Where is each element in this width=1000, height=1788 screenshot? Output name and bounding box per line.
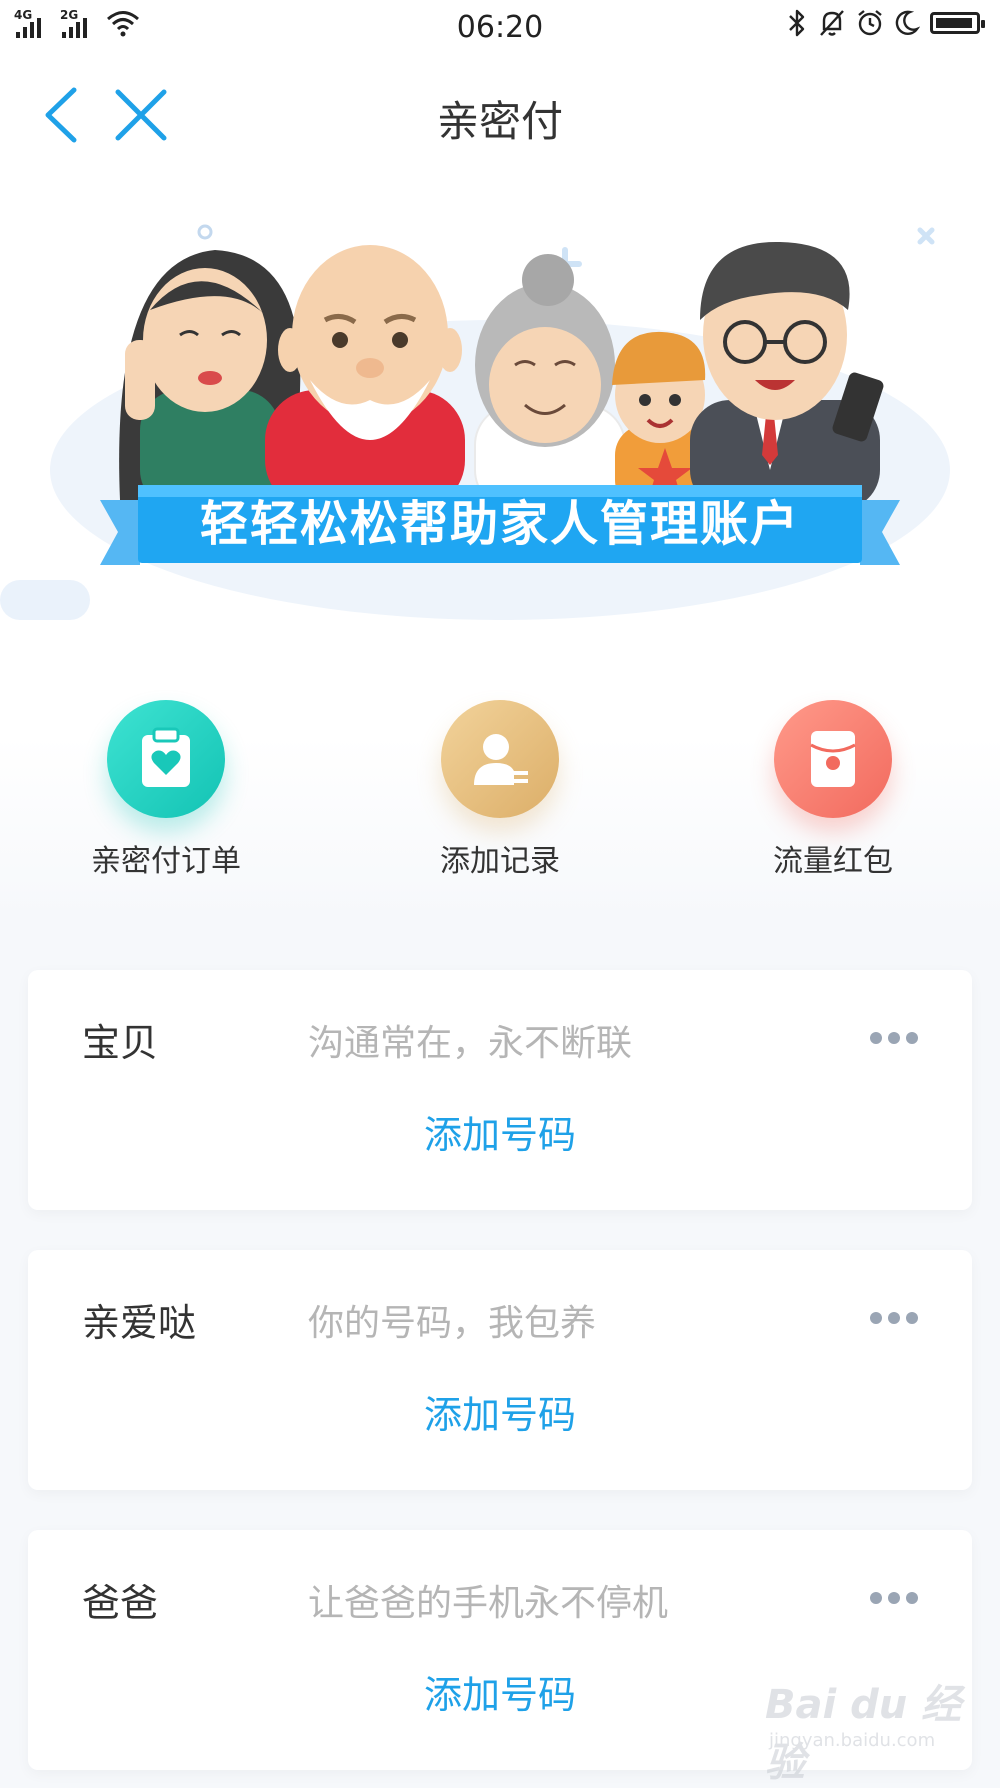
contact-slogan: 你的号码，我包养: [308, 1303, 597, 1344]
contact-slogan: 沟通常在，永不断联: [308, 1023, 633, 1064]
banner-ribbon: 轻轻松松帮助家人管理账户: [100, 485, 900, 565]
watermark-sub: jingyan.baidu.com: [769, 1730, 936, 1751]
family-banner: 轻轻松松帮助家人管理账户: [0, 200, 1000, 670]
contact-card: 宝贝 沟通常在，永不断联 添加号码: [28, 970, 972, 1210]
add-number-button[interactable]: 添加号码: [28, 1384, 972, 1439]
action-orders[interactable]: 亲密付订单: [46, 700, 286, 880]
battery-icon: [930, 12, 985, 34]
more-options-icon[interactable]: [866, 1588, 922, 1608]
grandma-figure: [474, 254, 626, 511]
red-envelope-icon: [774, 700, 892, 818]
order-heart-icon: [107, 700, 225, 818]
contact-name: 宝贝: [82, 1021, 159, 1065]
contact-card: 亲爱哒 你的号码，我包养 添加号码: [28, 1250, 972, 1490]
page-title: 亲密付: [436, 97, 563, 146]
action-data-envelope[interactable]: 流量红包: [713, 700, 953, 880]
contact-name: 亲爱哒: [82, 1301, 197, 1345]
quick-actions: 亲密付订单 添加记录 流量红包: [0, 700, 1000, 900]
more-options-icon[interactable]: [866, 1028, 922, 1048]
add-number-button[interactable]: 添加号码: [28, 1104, 972, 1159]
action-records-label: 添加记录: [440, 844, 560, 879]
status-right: [786, 8, 985, 38]
status-bar: 4G 2G 06:20: [0, 0, 1000, 54]
nav-bar: 亲密付: [0, 60, 1000, 170]
bluetooth-icon: [789, 9, 805, 37]
baidu-watermark: Bai du 经验 jingyan.baidu.com: [765, 1672, 965, 1786]
contact-slogan: 让爸爸的手机永不停机: [308, 1583, 669, 1624]
banner-text: 轻轻松松帮助家人管理账户: [200, 496, 800, 552]
moon-icon: [895, 10, 920, 35]
action-orders-label: 亲密付订单: [91, 844, 241, 879]
man-figure: [690, 241, 884, 510]
alarm-icon: [858, 10, 882, 36]
bell-mute-icon: [820, 10, 844, 36]
user-record-icon: [441, 700, 559, 818]
action-records[interactable]: 添加记录: [380, 700, 620, 880]
more-options-icon[interactable]: [866, 1308, 922, 1328]
family-illustration: 轻轻松松帮助家人管理账户: [0, 224, 950, 620]
action-data-envelope-label: 流量红包: [773, 844, 893, 879]
contact-name: 爸爸: [82, 1581, 159, 1625]
